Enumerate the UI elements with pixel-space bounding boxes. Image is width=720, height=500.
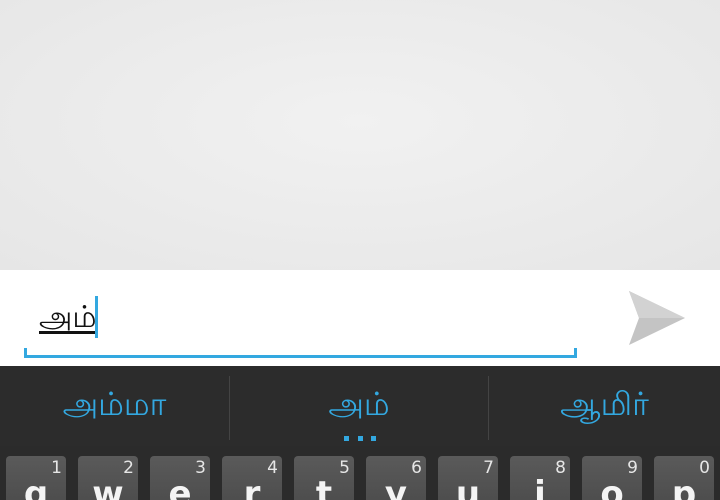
input-underline xyxy=(24,348,577,358)
more-suggestions-icon[interactable] xyxy=(344,436,376,442)
key-y[interactable]: 6 y xyxy=(366,456,426,500)
key-w[interactable]: 2 w xyxy=(78,456,138,500)
key-label: o xyxy=(600,474,624,500)
suggestion-3[interactable]: ஆமிர் xyxy=(489,366,720,446)
key-label: u xyxy=(455,474,481,500)
compose-bar: அம் xyxy=(0,270,720,366)
suggestion-strip: அம்மா அம் ஆமிர் xyxy=(0,366,720,446)
key-label: r xyxy=(243,474,261,500)
key-p[interactable]: 0 p xyxy=(654,456,714,500)
key-label: t xyxy=(315,474,333,500)
key-label: i xyxy=(534,474,546,500)
key-o[interactable]: 9 o xyxy=(582,456,642,500)
send-button[interactable] xyxy=(622,288,692,348)
send-icon xyxy=(629,291,685,345)
suggestion-1[interactable]: அம்மா xyxy=(0,366,229,446)
key-e[interactable]: 3 e xyxy=(150,456,210,500)
key-r[interactable]: 4 r xyxy=(222,456,282,500)
key-label: p xyxy=(671,474,697,500)
key-label: e xyxy=(168,474,192,500)
text-caret xyxy=(95,296,98,338)
key-label: y xyxy=(384,474,408,500)
key-t[interactable]: 5 t xyxy=(294,456,354,500)
key-q[interactable]: 1 q xyxy=(6,456,66,500)
message-input-text: அம் xyxy=(39,300,97,335)
message-input[interactable]: அம் xyxy=(24,290,577,358)
message-area xyxy=(0,0,720,270)
key-label: q xyxy=(23,474,49,500)
key-i[interactable]: 8 i xyxy=(510,456,570,500)
key-label: w xyxy=(92,474,124,500)
soft-keyboard: அம்மா அம் ஆமிர் 1 q 2 w 3 e 4 r 5 t 6 y … xyxy=(0,366,720,500)
key-u[interactable]: 7 u xyxy=(438,456,498,500)
suggestion-2[interactable]: அம் xyxy=(230,366,488,446)
key-row-top: 1 q 2 w 3 e 4 r 5 t 6 y 7 u 8 i 9 o 0 p xyxy=(0,456,720,500)
